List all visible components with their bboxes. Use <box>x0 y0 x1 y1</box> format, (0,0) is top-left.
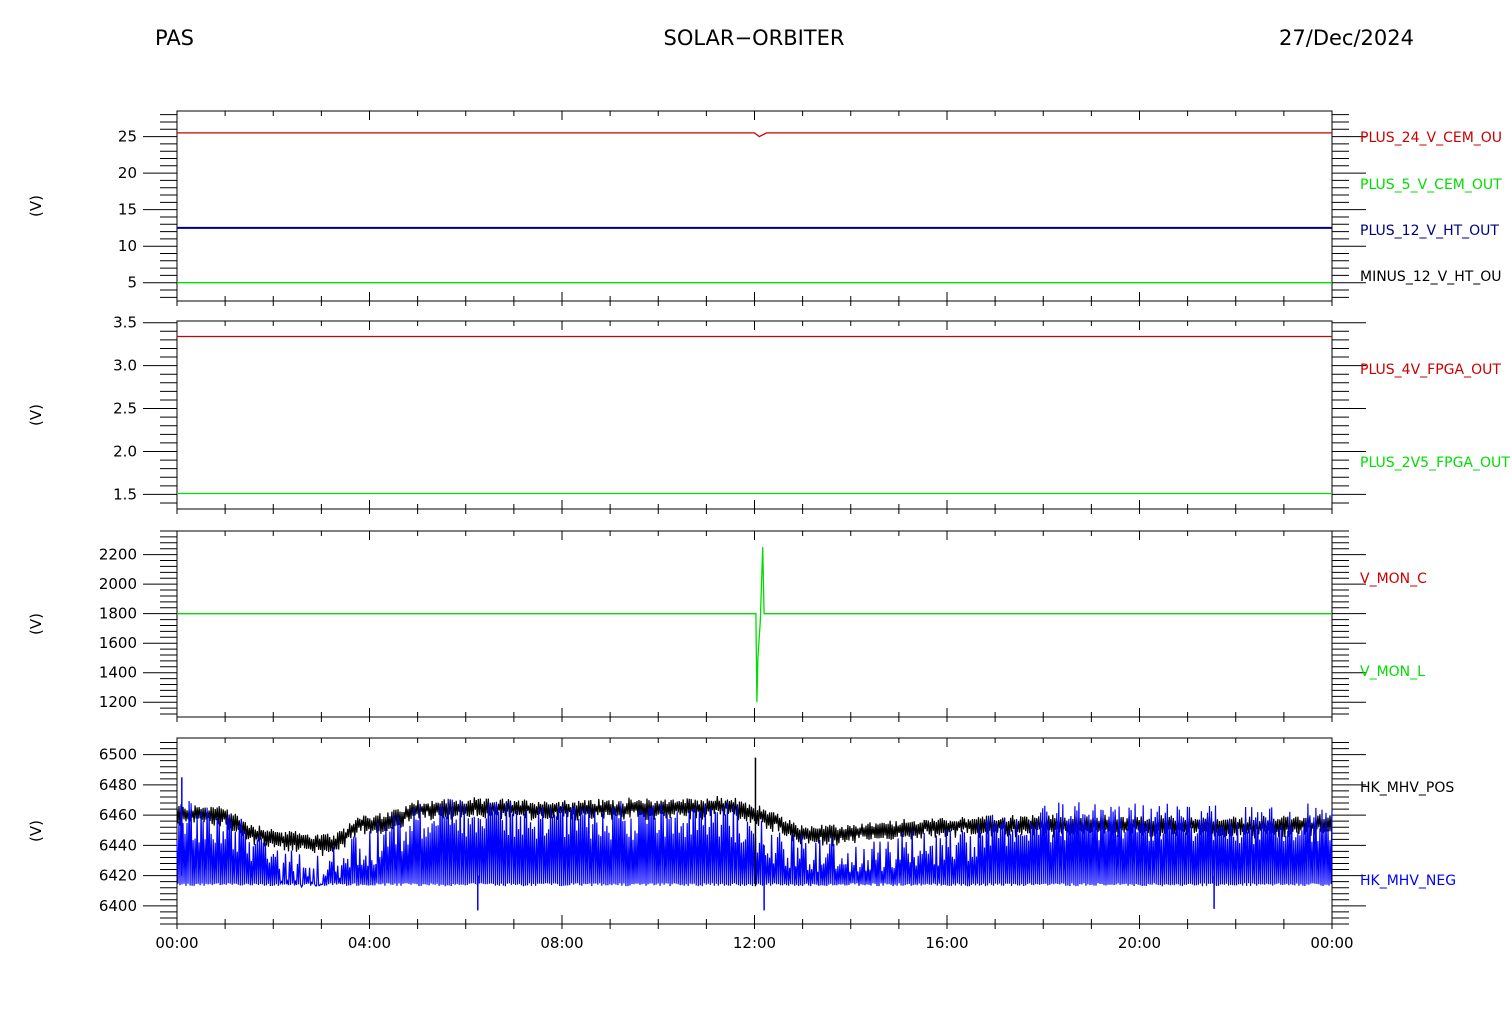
y-tick-label: 10 <box>118 237 137 255</box>
series-line-plus_24_v_cem_ou <box>177 132 1332 138</box>
legend-minus_12_v_ht_ou: MINUS_12_V_HT_OU <box>1360 269 1502 285</box>
legend-hk_mhv_pos: HK_MHV_POS <box>1360 780 1454 796</box>
y-tick-label: 15 <box>118 201 137 219</box>
y-tick-label: 3.0 <box>113 357 137 375</box>
series-trace-hk_mhv_neg <box>176 798 1333 889</box>
x-tick-label: 04:00 <box>348 934 391 952</box>
x-tick-label: 00:00 <box>1310 934 1353 952</box>
y-axis-label: (V) <box>27 195 45 217</box>
chart-canvas: PAS SOLAR−ORBITER 27/Dec/2024 5 10 15 20 25 (… <box>27 26 1510 952</box>
y-tick-label: 1200 <box>99 693 137 711</box>
y-tick-label: 3.5 <box>113 314 137 332</box>
header-left: PAS <box>155 26 194 50</box>
y-axis-label: (V) <box>27 404 45 426</box>
legend-plus_4v_fpga_out: PLUS_4V_FPGA_OUT <box>1360 362 1501 378</box>
x-tick-label: 08:00 <box>540 934 583 952</box>
legend-plus_2v5_fpga_out: PLUS_2V5_FPGA_OUT <box>1360 455 1510 471</box>
y-tick-label: 6480 <box>99 776 137 794</box>
header-center: SOLAR−ORBITER <box>663 26 844 50</box>
y-tick-label: 5 <box>127 274 137 292</box>
y-tick-label: 6440 <box>99 836 137 854</box>
legend-plus_24_v_cem_ou: PLUS_24_V_CEM_OU <box>1360 130 1502 146</box>
header-date: 27/Dec/2024 <box>1279 26 1414 50</box>
y-tick-label: 1600 <box>99 634 137 652</box>
panel-frame-2 <box>176 320 1333 510</box>
y-tick-label: 6500 <box>99 746 137 764</box>
y-tick-label: 6460 <box>99 806 137 824</box>
y-tick-label: 2200 <box>99 546 137 564</box>
legend-hk_mhv_neg: HK_MHV_NEG <box>1360 873 1456 889</box>
x-tick-label: 12:00 <box>733 934 776 952</box>
panel-frame-3 <box>176 530 1333 718</box>
legend-plus_12_v_ht_out: PLUS_12_V_HT_OUT <box>1360 223 1499 239</box>
y-tick-label: 1800 <box>99 605 137 623</box>
y-tick-label: 2000 <box>99 575 137 593</box>
y-tick-label: 1400 <box>99 664 137 682</box>
y-axis-label: (V) <box>27 613 45 635</box>
x-tick-label: 00:00 <box>155 934 198 952</box>
x-tick-label: 20:00 <box>1118 934 1161 952</box>
series-line-v_mon_l <box>177 547 1332 703</box>
legend-v_mon_l: V_MON_L <box>1360 664 1425 680</box>
y-tick-label: 25 <box>118 128 137 146</box>
y-tick-label: 2.5 <box>113 400 137 418</box>
y-tick-label: 6400 <box>99 897 137 915</box>
y-axis-label: (V) <box>27 820 45 842</box>
y-tick-label: 6420 <box>99 867 137 885</box>
legend-plus_5_v_cem_out: PLUS_5_V_CEM_OUT <box>1360 177 1502 193</box>
y-tick-label: 20 <box>118 164 137 182</box>
y-tick-label: 2.0 <box>113 442 137 460</box>
x-tick-label: 16:00 <box>925 934 968 952</box>
y-tick-label: 1.5 <box>113 485 137 503</box>
legend-v_mon_c: V_MON_C <box>1360 571 1427 587</box>
panel-frame-1 <box>176 110 1333 302</box>
